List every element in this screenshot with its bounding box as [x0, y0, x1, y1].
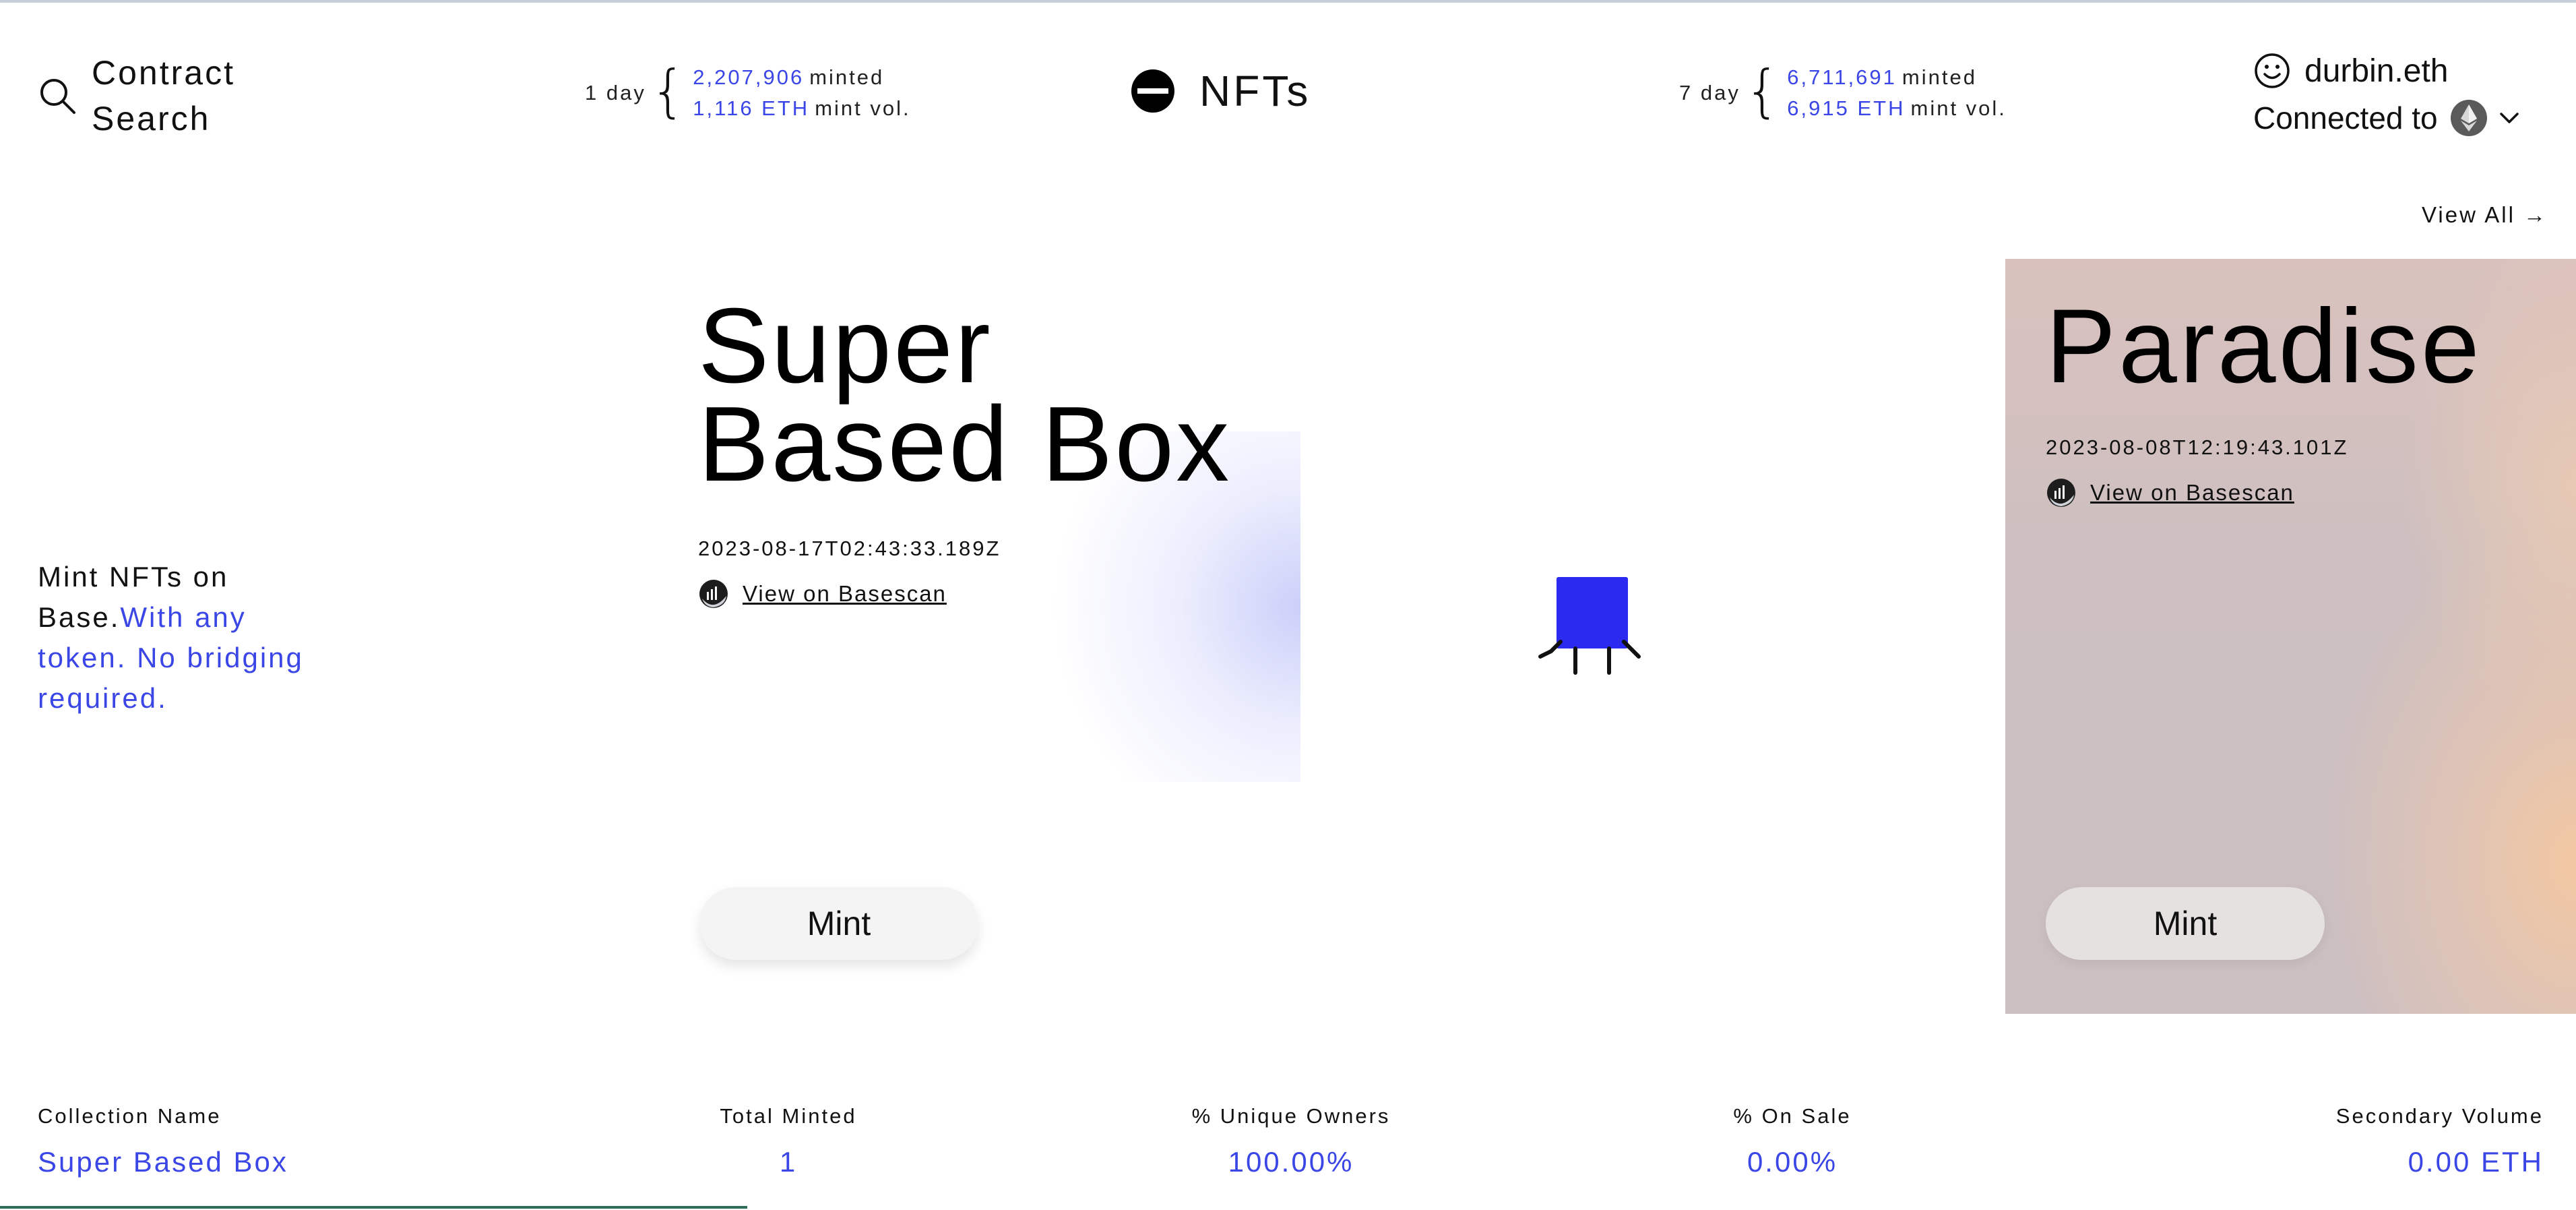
stats-lines: 2,207,906 minted 1,116 ETH mint vol. — [693, 62, 910, 124]
account-button[interactable]: durbin.eth — [2253, 47, 2550, 94]
stat-collection-name: Collection Name Super Based Box — [38, 1104, 288, 1178]
search-icon — [40, 79, 75, 114]
mint-volume-label: mint vol. — [815, 96, 911, 120]
tagline: Mint NFTs on Base.With any token. No bri… — [38, 557, 334, 719]
page: Contract Search 1 day { 2,207,906 minted … — [0, 0, 2576, 1210]
mint-volume: 1,116 ETH — [693, 96, 810, 120]
carousel-progress-fill — [0, 1206, 747, 1209]
smiley-face-icon — [2255, 53, 2290, 88]
basescan-label: View on Basescan — [2090, 480, 2294, 505]
minted-count: 6,711,691 — [1787, 65, 1897, 89]
brand-logo-link[interactable]: NFTs — [1131, 66, 1311, 116]
stat-value: 0.00 ETH — [2408, 1146, 2544, 1178]
contract-search-label: Contract Search — [92, 54, 235, 138]
basescan-icon — [2047, 479, 2075, 507]
stat-label: % Unique Owners — [1191, 1104, 1391, 1128]
brace-glyph: { — [1744, 58, 1781, 124]
account-panel: durbin.eth Connected to — [2253, 47, 2550, 148]
top-border — [0, 0, 2576, 3]
mint-volume: 6,915 ETH — [1787, 96, 1906, 120]
ethereum-icon — [2450, 100, 2487, 136]
minted-label: minted — [809, 65, 885, 89]
account-name: durbin.eth — [2304, 53, 2449, 89]
card-title: Paradise — [2046, 288, 2482, 405]
minted-count: 2,207,906 — [693, 65, 805, 89]
featured-title: Super Based Box — [698, 286, 1305, 504]
stats-7-day: 7 day { 6,711,691 minted 6,915 ETH mint vo… — [1679, 59, 2007, 127]
stat-label: Total Minted — [720, 1104, 857, 1128]
stat-value: 0.00% — [1747, 1146, 1838, 1178]
stat-label: % On Sale — [1733, 1104, 1852, 1128]
basescan-icon — [699, 580, 728, 608]
stats-period-label: 1 day — [585, 81, 646, 104]
brace-glyph: { — [650, 58, 687, 124]
basescan-label: View on Basescan — [743, 581, 947, 606]
featured-date: 2023-08-17T02:43:33.189Z — [698, 537, 1001, 560]
network-selector[interactable]: Connected to — [2253, 94, 2550, 142]
stat-value[interactable]: Super Based Box — [38, 1146, 288, 1178]
stat-value: 100.00% — [1228, 1146, 1354, 1178]
featured-basescan-link[interactable]: View on Basescan — [698, 578, 947, 609]
featured-title-line-2: Based Box — [698, 385, 1232, 504]
chevron-down-icon — [2499, 113, 2519, 123]
contract-search-button[interactable]: Contract Search — [38, 49, 260, 143]
stat-label: Collection Name — [38, 1104, 222, 1128]
minted-line: 2,207,906 minted — [693, 62, 910, 93]
featured-mint-button[interactable]: Mint — [699, 887, 978, 960]
stats-1-day: 1 day { 2,207,906 minted 1,116 ETH mint vo… — [585, 59, 911, 127]
nft-preview-image — [1538, 577, 1641, 675]
minted-label: minted — [1902, 65, 1977, 89]
stat-total-minted: Total Minted 1 — [687, 1104, 889, 1178]
mint-volume-line: 6,915 ETH mint vol. — [1787, 93, 2007, 124]
stat-on-sale: % On Sale 0.00% — [1691, 1104, 1893, 1178]
stat-label: Secondary Volume — [2335, 1104, 2544, 1128]
card-mint-button[interactable]: Mint — [2046, 887, 2325, 960]
stat-unique-owners: % Unique Owners 100.00% — [1156, 1104, 1426, 1178]
minus-circle-icon — [1131, 69, 1174, 113]
mint-volume-line: 1,116 ETH mint vol. — [693, 93, 910, 124]
stats-lines: 6,711,691 minted 6,915 ETH mint vol. — [1787, 62, 2007, 124]
stat-value: 1 — [779, 1146, 798, 1178]
stat-secondary-volume: Secondary Volume 0.00 ETH — [2244, 1104, 2544, 1178]
connected-to-label: Connected to — [2253, 100, 2438, 135]
stats-period-label: 7 day — [1679, 81, 1740, 104]
card-date: 2023-08-08T12:19:43.101Z — [2046, 435, 2349, 459]
carousel-progress-bar — [0, 1206, 2576, 1210]
card-basescan-link[interactable]: View on Basescan — [2046, 477, 2294, 508]
brand-title: NFTs — [1199, 67, 1311, 115]
next-collection-card[interactable]: Paradise 2023-08-08T12:19:43.101Z View o… — [2005, 259, 2576, 1014]
view-all-link[interactable]: View All → — [2422, 202, 2548, 228]
mint-volume-label: mint vol. — [1910, 96, 2007, 120]
featured-title-line-1: Super — [698, 286, 993, 405]
minted-line: 6,711,691 minted — [1787, 62, 2007, 93]
